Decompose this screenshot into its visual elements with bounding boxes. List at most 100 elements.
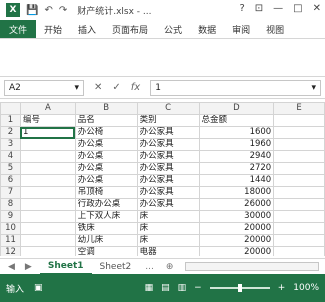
cell[interactable]: 1600	[198, 126, 275, 139]
zoom-slider[interactable]	[209, 284, 270, 292]
zoom-level[interactable]: 100%	[293, 283, 319, 293]
close-button[interactable]: ✕	[313, 3, 321, 14]
cell[interactable]	[19, 186, 76, 199]
tab-file[interactable]: 文件	[0, 20, 36, 38]
enter-icon[interactable]: ✓	[112, 82, 120, 93]
cell[interactable]: 办公家具	[136, 126, 200, 139]
save-icon[interactable]: 💾	[26, 5, 38, 16]
cell[interactable]: 床	[136, 210, 200, 223]
zoom-out-icon[interactable]: −	[194, 283, 202, 293]
cell[interactable]: 1440	[198, 174, 275, 187]
tab-page-layout[interactable]: 页面布局	[104, 20, 156, 38]
cell[interactable]: 20000	[198, 246, 275, 256]
zoom-in-icon[interactable]: +	[278, 283, 286, 293]
cell[interactable]: 26000	[198, 198, 275, 211]
row-header[interactable]: 11	[0, 234, 21, 247]
column-header[interactable]: A	[19, 102, 76, 115]
redo-icon[interactable]: ↷	[59, 5, 67, 16]
cell[interactable]	[19, 162, 76, 175]
cell[interactable]: 幼儿床	[74, 234, 138, 247]
cell[interactable]: 品名	[74, 114, 138, 127]
cell[interactable]: 20000	[198, 222, 275, 235]
cell[interactable]: 办公桌	[74, 174, 138, 187]
cell[interactable]	[273, 210, 325, 223]
cell[interactable]	[19, 210, 76, 223]
tab-review[interactable]: 审阅	[224, 20, 258, 38]
zoom-knob[interactable]	[237, 284, 242, 292]
cell[interactable]: 铁床	[74, 222, 138, 235]
cell[interactable]	[19, 222, 76, 235]
cell[interactable]: 办公家具	[136, 162, 200, 175]
tab-view[interactable]: 视图	[258, 20, 292, 38]
tab-formulas[interactable]: 公式	[156, 20, 190, 38]
cell[interactable]	[273, 222, 325, 235]
cell[interactable]: 办公家具	[136, 186, 200, 199]
cell[interactable]: 办公家具	[136, 198, 200, 211]
cell[interactable]: 类别	[136, 114, 200, 127]
row-header[interactable]: 6	[0, 174, 21, 187]
sheet-tab-sheet2[interactable]: Sheet2	[92, 259, 140, 275]
cell[interactable]	[273, 186, 325, 199]
tab-home[interactable]: 开始	[36, 20, 70, 38]
ribbon-display-options-icon[interactable]: ⊡	[255, 3, 263, 14]
help-icon[interactable]: ?	[239, 3, 244, 14]
cell[interactable]	[19, 138, 76, 151]
cell[interactable]: 电器	[136, 246, 200, 256]
row-header[interactable]: 12	[0, 246, 21, 256]
cancel-icon[interactable]: ✕	[94, 82, 102, 93]
cell[interactable]	[273, 126, 325, 139]
column-header[interactable]: C	[136, 102, 200, 115]
row-header[interactable]: 7	[0, 186, 21, 199]
cell[interactable]: 办公家具	[136, 150, 200, 163]
sheet-next-icon[interactable]: ▶	[25, 262, 32, 272]
cell[interactable]: 30000	[198, 210, 275, 223]
minimize-button[interactable]: —	[273, 3, 283, 14]
cell[interactable]	[19, 198, 76, 211]
expand-formula-icon[interactable]: ▾	[311, 83, 316, 93]
cell[interactable]: 上下双人床	[74, 210, 138, 223]
tab-data[interactable]: 数据	[190, 20, 224, 38]
row-header[interactable]: 8	[0, 198, 21, 211]
row-header[interactable]: 4	[0, 150, 21, 163]
sheet-tab-sheet1[interactable]: Sheet1	[39, 258, 92, 275]
cell[interactable]: 2720	[198, 162, 275, 175]
cell[interactable]: 总金额	[198, 114, 275, 127]
cell[interactable]: 床	[136, 234, 200, 247]
row-header[interactable]: 5	[0, 162, 21, 175]
cell[interactable]: 1960	[198, 138, 275, 151]
cell[interactable]: 办公椅	[74, 126, 138, 139]
cell[interactable]: 18000	[198, 186, 275, 199]
page-break-view-icon[interactable]: ▥	[178, 283, 187, 293]
cell[interactable]	[273, 234, 325, 247]
cell[interactable]: 办公家具	[136, 138, 200, 151]
name-box[interactable]: A2 ▾	[4, 79, 84, 96]
cell[interactable]: 行政办公桌	[74, 198, 138, 211]
row-header[interactable]: 1	[0, 114, 21, 127]
page-layout-view-icon[interactable]: ▤	[161, 283, 170, 293]
cell[interactable]	[273, 138, 325, 151]
normal-view-icon[interactable]: ▦	[145, 283, 154, 293]
cell[interactable]: 办公桌	[74, 138, 138, 151]
row-header[interactable]: 10	[0, 222, 21, 235]
sheet-more[interactable]: ...	[139, 262, 160, 272]
row-header[interactable]: 2	[0, 126, 21, 139]
cell[interactable]	[273, 114, 325, 127]
column-header[interactable]: E	[273, 102, 325, 115]
cell[interactable]: 空调	[74, 246, 138, 256]
insert-function-icon[interactable]: fx	[131, 82, 140, 93]
cell[interactable]: 吊顶椅	[74, 186, 138, 199]
cell[interactable]: 20000	[198, 234, 275, 247]
macro-record-icon[interactable]: ▣	[34, 283, 43, 293]
cell[interactable]	[19, 174, 76, 187]
add-sheet-icon[interactable]: ⊕	[160, 262, 180, 272]
select-all-corner[interactable]	[0, 102, 21, 115]
sheet-prev-icon[interactable]: ◀	[8, 262, 15, 272]
cell[interactable]	[273, 174, 325, 187]
cell[interactable]	[273, 198, 325, 211]
cell[interactable]	[19, 246, 76, 256]
cell[interactable]	[19, 234, 76, 247]
cell[interactable]: 2940	[198, 150, 275, 163]
cell[interactable]	[273, 246, 325, 256]
row-header[interactable]: 3	[0, 138, 21, 151]
maximize-button[interactable]: □	[293, 3, 302, 14]
